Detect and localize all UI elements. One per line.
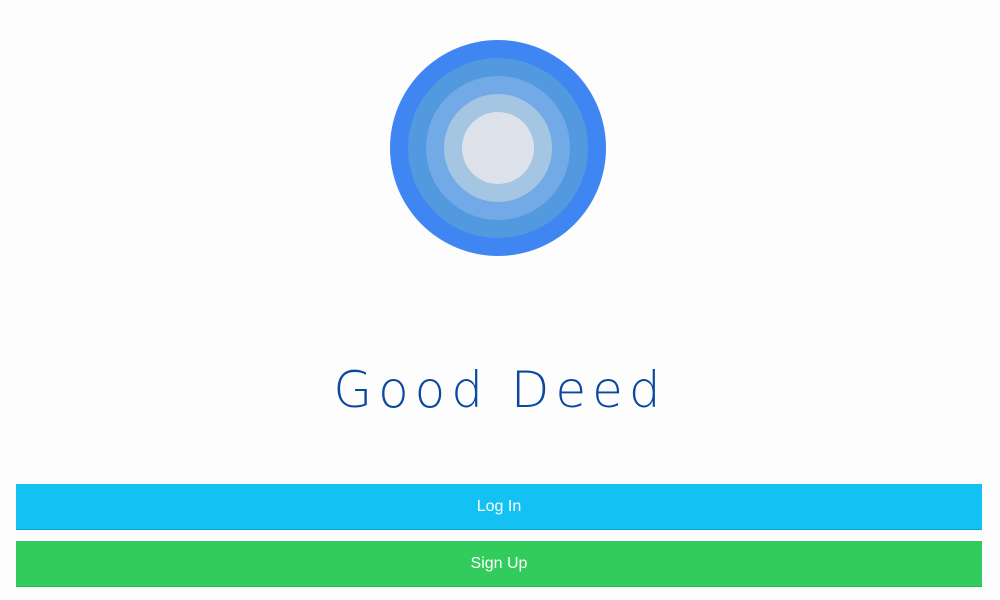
login-button[interactable]: Log In xyxy=(16,484,982,530)
logo-ring-center xyxy=(462,112,534,184)
welcome-screen: Good Deed Log In Sign Up xyxy=(0,0,1000,600)
app-title: Good Deed xyxy=(333,361,667,419)
signup-button[interactable]: Sign Up xyxy=(16,541,982,587)
app-logo-icon xyxy=(390,40,606,256)
